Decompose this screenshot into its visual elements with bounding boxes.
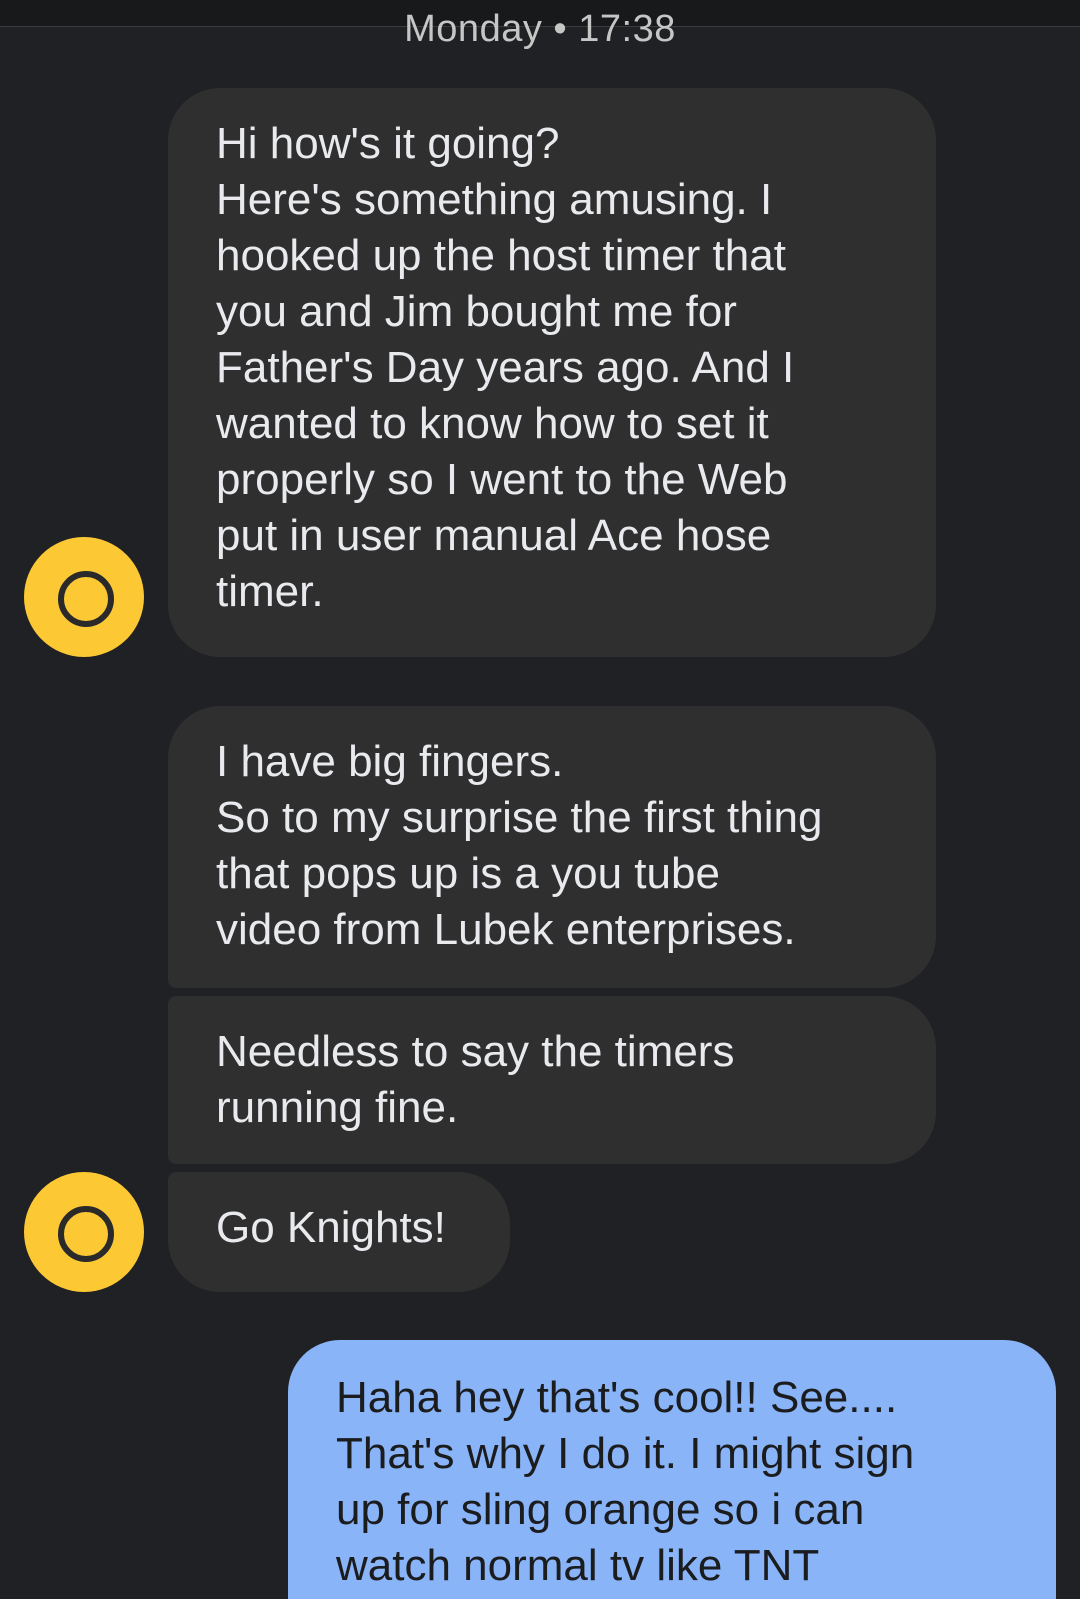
message-text-line: watch normal tv like TNT — [336, 1541, 820, 1590]
conversation-timestamp: Monday • 17:38 — [404, 8, 676, 50]
contact-avatar-icon[interactable] — [24, 537, 144, 657]
contact-avatar-icon[interactable] — [24, 1172, 144, 1292]
incoming-message-bubble[interactable]: I have big fingers. So to my surprise th… — [168, 706, 936, 988]
incoming-message-bubble[interactable]: Hi how's it going? Here's something amus… — [168, 88, 936, 657]
message-text-line: Go Knights! — [216, 1203, 446, 1252]
message-text-line: Here's something amusing. I — [216, 175, 773, 224]
message-text-line: video from Lubek enterprises. — [216, 905, 796, 954]
message-text-line: timer. — [216, 567, 324, 616]
message-text-line: So to my surprise the first thing — [216, 793, 823, 842]
message-text-line: running fine. — [216, 1083, 459, 1132]
message-text-line: that pops up is a you tube — [216, 849, 720, 898]
outgoing-message-bubble[interactable]: Haha hey that's cool!! See.... That's wh… — [288, 1340, 1056, 1599]
message-text-line: hooked up the host timer that — [216, 231, 786, 280]
message-text-line: Father's Day years ago. And I — [216, 343, 795, 392]
message-text-line: you and Jim bought me for — [216, 287, 737, 336]
message-text-line: I have big fingers. — [216, 737, 564, 786]
incoming-message-bubble[interactable]: Go Knights! — [168, 1172, 510, 1292]
message-text-line: up for sling orange so i can — [336, 1485, 865, 1534]
message-text-line: properly so I went to the Web — [216, 455, 788, 504]
incoming-message-bubble[interactable]: Needless to say the timers running fine. — [168, 996, 936, 1164]
message-text-line: That's why I do it. I might sign — [336, 1429, 915, 1478]
message-text-line: Needless to say the timers — [216, 1027, 735, 1076]
message-text-line: wanted to know how to set it — [216, 399, 769, 448]
message-text-line: put in user manual Ace hose — [216, 511, 772, 560]
message-text-line: Hi how's it going? — [216, 119, 560, 168]
message-text-line: Haha hey that's cool!! See.... — [336, 1373, 898, 1422]
